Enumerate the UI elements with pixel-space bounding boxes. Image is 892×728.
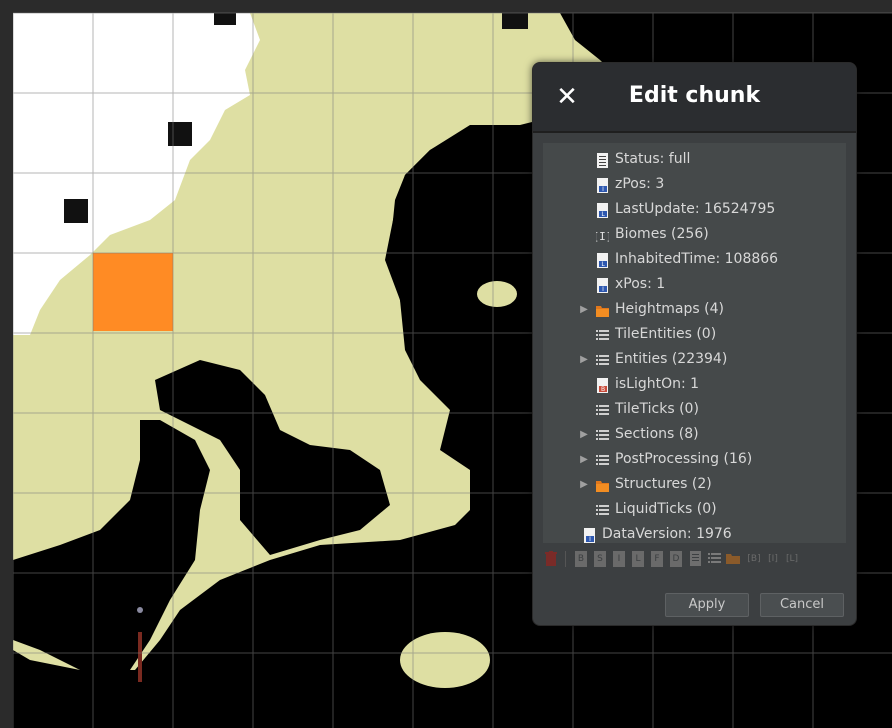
tree-row[interactable]: L InhabitedTime: 108866 [543, 247, 846, 272]
svg-text:I: I [602, 286, 604, 293]
tree-row-label: Status: full [615, 151, 691, 167]
tree-row-label: PostProcessing (16) [615, 451, 753, 467]
long-tag-icon[interactable]: L [632, 551, 644, 567]
tree-row[interactable]: ▶ Heightmaps (4) [543, 297, 846, 322]
expand-arrow-icon[interactable]: ▶ [578, 472, 590, 497]
left-frame [0, 13, 13, 728]
list-icon [596, 427, 609, 442]
svg-text:I: I [589, 536, 591, 543]
selected-chunk[interactable] [93, 253, 173, 331]
int-tag-icon: I [596, 177, 609, 193]
float-tag-icon[interactable]: F [651, 551, 663, 567]
tree-row[interactable]: IzPos: 3 [543, 172, 846, 197]
tag-toolbar: B S I L F D [B] [I] [L] [543, 551, 846, 571]
tree-row[interactable]: IxPos: 1 [543, 272, 846, 297]
toolbar-separator [565, 551, 566, 567]
svg-text:[I]: [I] [596, 230, 609, 243]
tree-row[interactable]: TileTicks (0) [543, 397, 846, 422]
structure-marker[interactable] [214, 13, 236, 25]
tree-row-label: InhabitedTime: 108866 [615, 251, 779, 267]
int-tag-icon[interactable]: I [613, 551, 625, 567]
tree-row[interactable]: ▶ Entities (22394) [543, 347, 846, 372]
tree-row[interactable]: L LastUpdate: 16524795 [543, 197, 846, 222]
tree-row-label: Biomes (256) [615, 226, 709, 242]
svg-text:B: B [601, 386, 605, 393]
entity-dot [137, 607, 143, 613]
tree-row-label: DataVersion: 1976 [602, 526, 732, 542]
expand-arrow-icon[interactable]: ▶ [578, 447, 590, 472]
short-tag-icon[interactable]: S [594, 551, 606, 567]
tree-row-label: zPos: 3 [615, 176, 665, 192]
tree-row-label: Structures (2) [615, 476, 712, 492]
list-icon [596, 402, 609, 417]
byte-array-icon[interactable]: [B] [745, 551, 763, 567]
byte-tag-icon[interactable]: B [575, 551, 587, 567]
expand-arrow-icon[interactable]: ▶ [578, 422, 590, 447]
nbt-tree[interactable]: Status: full IzPos: 3 L LastUpdate: 1652479… [543, 143, 846, 543]
tree-row[interactable]: LiquidTicks (0) [543, 497, 846, 522]
int-tag-icon: I [583, 527, 596, 543]
top-strip [0, 0, 892, 13]
tree-row[interactable]: I DataVersion: 1976 [543, 522, 846, 547]
structure-marker[interactable] [64, 199, 88, 223]
list-icon [596, 502, 609, 517]
tree-row[interactable]: [I] Biomes (256) [543, 222, 846, 247]
cancel-button[interactable]: Cancel [760, 593, 844, 617]
string-tag-icon[interactable] [689, 551, 701, 567]
tree-row-label: Heightmaps (4) [615, 301, 724, 317]
delete-icon[interactable] [545, 551, 557, 567]
tree-row[interactable]: ▶ Sections (8) [543, 422, 846, 447]
tree-row[interactable]: Status: full [543, 147, 846, 172]
string-tag-icon [596, 152, 609, 168]
list-icon [596, 452, 609, 467]
land-islet [477, 281, 517, 307]
tree-row-label: xPos: 1 [615, 276, 666, 292]
list-icon[interactable] [708, 551, 721, 567]
int-array-icon: [I] [593, 227, 613, 243]
double-tag-icon[interactable]: D [670, 551, 682, 567]
byte-tag-icon: B [596, 377, 609, 393]
long-tag-icon: L [596, 252, 609, 268]
folder-icon [596, 302, 609, 317]
list-icon [596, 352, 609, 367]
structure-marker[interactable] [168, 122, 192, 146]
tree-row-label: LiquidTicks (0) [615, 501, 717, 517]
svg-text:I: I [602, 186, 604, 193]
tree-row[interactable]: ▶ Structures (2) [543, 472, 846, 497]
compound-folder-icon[interactable] [726, 551, 740, 567]
expand-arrow-icon[interactable]: ▶ [578, 297, 590, 322]
long-array-icon[interactable]: [L] [783, 551, 801, 567]
structure-marker[interactable] [502, 13, 528, 29]
tree-row-label: LastUpdate: 16524795 [615, 201, 776, 217]
tree-row-label: isLightOn: 1 [615, 376, 700, 392]
tree-row-label: TileTicks (0) [615, 401, 699, 417]
int-array-icon[interactable]: [I] [764, 551, 782, 567]
tree-row-label: Entities (22394) [615, 351, 728, 367]
tree-row[interactable]: ▶ PostProcessing (16) [543, 447, 846, 472]
tree-row-label: TileEntities (0) [615, 326, 717, 342]
folder-icon [596, 477, 609, 492]
int-tag-icon: I [596, 277, 609, 293]
tree-row-label: Sections (8) [615, 426, 699, 442]
dialog-title: Edit chunk [628, 83, 761, 108]
entity-marker [138, 632, 142, 682]
apply-button[interactable]: Apply [665, 593, 749, 617]
tree-row[interactable]: TileEntities (0) [543, 322, 846, 347]
expand-arrow-icon[interactable]: ▶ [578, 347, 590, 372]
list-icon [596, 327, 609, 342]
edit-chunk-dialog: ✕ Edit chunk Status: full IzPos: 3 L LastUp… [532, 62, 857, 626]
dialog-header: ✕ Edit chunk [533, 63, 856, 133]
long-tag-icon: L [596, 202, 609, 218]
tree-row[interactable]: BisLightOn: 1 [543, 372, 846, 397]
